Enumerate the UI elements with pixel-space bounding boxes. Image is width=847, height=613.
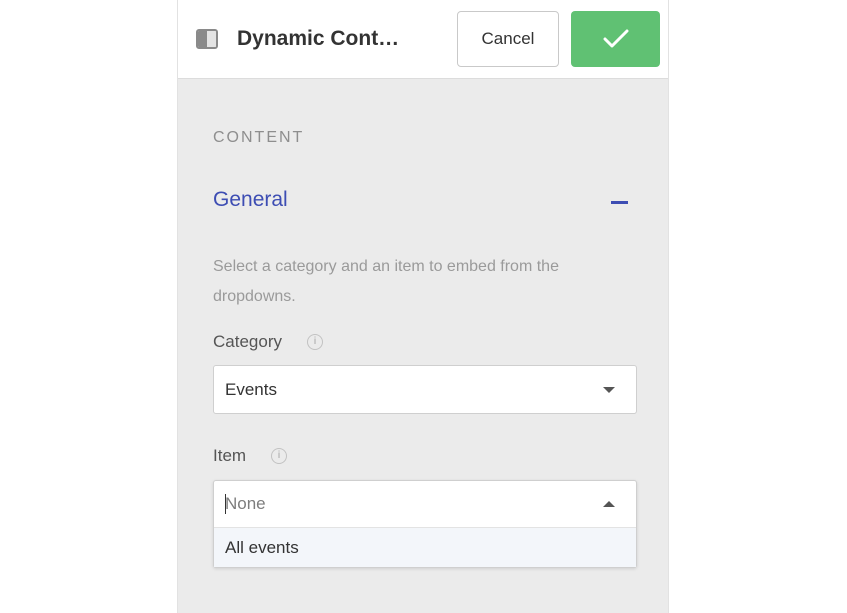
category-select[interactable]: Events xyxy=(213,365,637,414)
panel-header: Dynamic Cont… Cancel xyxy=(178,0,668,79)
item-combobox[interactable]: All events xyxy=(213,480,637,568)
info-icon[interactable]: i xyxy=(307,334,323,350)
category-selected-value: Events xyxy=(225,380,277,399)
panel-title: Dynamic Cont… xyxy=(237,27,400,50)
chevron-down-icon xyxy=(603,387,615,393)
text-cursor xyxy=(225,494,226,514)
confirm-button[interactable] xyxy=(571,11,660,67)
item-label: Item xyxy=(213,446,247,465)
chevron-up-icon xyxy=(603,501,615,507)
checkmark-icon xyxy=(603,29,628,48)
section-label: CONTENT xyxy=(213,129,305,146)
item-option-all-events[interactable]: All events xyxy=(214,527,636,567)
info-icon[interactable]: i xyxy=(271,448,287,464)
collapse-toggle[interactable] xyxy=(604,190,634,214)
help-text: Select a category and an item to embed f… xyxy=(213,258,559,305)
category-label: Category xyxy=(213,332,282,351)
settings-panel: Dynamic Cont… Cancel CONTENT General Sel… xyxy=(177,0,669,613)
sidebar-panel-icon xyxy=(196,29,218,49)
item-search-input[interactable] xyxy=(214,481,636,527)
minus-icon xyxy=(611,201,628,204)
cancel-button[interactable]: Cancel xyxy=(457,11,559,67)
group-title[interactable]: General xyxy=(213,188,288,212)
